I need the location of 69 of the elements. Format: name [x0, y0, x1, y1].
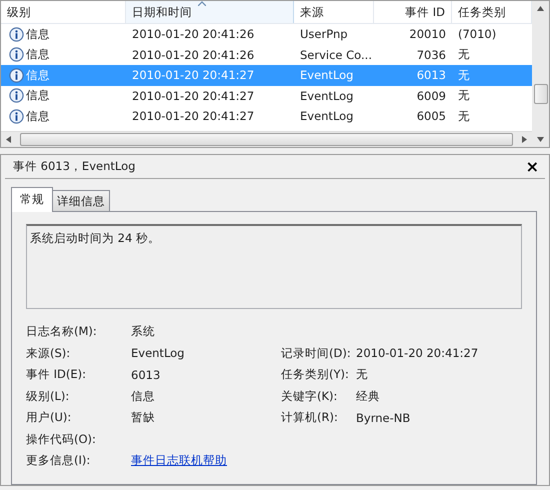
scroll-down-icon[interactable] — [537, 137, 544, 142]
task-category-cell-text: 无 — [457, 108, 471, 124]
event-id-cell-text: 6013 — [416, 68, 447, 82]
column-header[interactable]: 日期和时间 — [126, 1, 294, 23]
event-message: 系统启动时间为 24 秒。 — [30, 231, 160, 245]
level-cell: 信息 — [26, 26, 50, 42]
level-cell: 信息 — [26, 88, 50, 104]
field-value: 2010-01-20 20:41:27 — [356, 346, 480, 360]
tab[interactable]: 常规 — [11, 187, 53, 212]
field-label: 用户(U): — [26, 410, 72, 426]
info-icon — [9, 68, 24, 83]
event-id-cell-text: 20010 — [408, 27, 447, 42]
field-label: 计算机(R): — [281, 410, 339, 426]
field-value: 系统 — [131, 324, 156, 340]
source-cell-text: EventLog — [299, 88, 354, 103]
field-label: 事件 ID(E): — [26, 367, 88, 382]
info-icon — [9, 108, 24, 124]
field-label: 来源(S): — [26, 346, 72, 361]
source-cell-text: EventLog — [299, 109, 354, 124]
date-cell-text: 2010-01-20 20:41:26 — [131, 27, 256, 42]
scroll-up-icon[interactable] — [537, 6, 544, 11]
scroll-left-icon[interactable] — [6, 136, 11, 143]
event-row[interactable]: 信息 2010-01-20 20:41:26 Service Co... 7036 无 — [1, 44, 532, 65]
event-row[interactable]: 信息 2010-01-20 20:41:27 EventLog 6005 无 — [1, 106, 532, 126]
source-cell-text: EventLog — [299, 68, 354, 82]
source-cell-text: Service Co... — [299, 48, 373, 62]
field-label: 任务类别(Y): — [281, 367, 350, 382]
info-icon — [9, 88, 24, 104]
field-label: 级别(L): — [26, 388, 70, 404]
scroll-right-icon[interactable] — [522, 136, 527, 143]
info-icon — [9, 47, 24, 62]
help-link[interactable]: 事件日志联机帮助 — [131, 453, 227, 468]
vertical-scrollbar[interactable] — [532, 1, 549, 147]
field-label: 更多信息(I): — [26, 453, 92, 468]
event-id-cell-text: 7036 — [416, 48, 447, 62]
scroll-thumb[interactable] — [534, 84, 548, 104]
date-cell-text: 2010-01-20 20:41:27 — [131, 88, 256, 103]
level-cell: 信息 — [26, 108, 50, 124]
date-cell-text: 2010-01-20 20:41:27 — [131, 68, 256, 82]
event-id-cell-text: 6005 — [416, 109, 447, 124]
horizontal-scrollbar[interactable] — [1, 131, 532, 147]
event-row[interactable]: 信息 2010-01-20 20:41:26 UserPnp 20010 (7010) — [1, 24, 532, 44]
task-category-cell-text: 无 — [457, 68, 471, 83]
field-value: EventLog — [131, 346, 186, 360]
tab[interactable]: 详细信息 — [52, 190, 110, 212]
field-value: 暂缺 — [131, 410, 156, 426]
scroll-thumb[interactable] — [20, 133, 513, 146]
field-label: 关键字(K): — [281, 388, 338, 404]
field-value: Byrne-NB — [356, 410, 412, 425]
field-value: 信息 — [131, 388, 156, 404]
field-label: 日志名称(M): — [26, 324, 98, 340]
info-icon — [9, 26, 24, 42]
field-value: 无 — [356, 367, 369, 382]
level-cell: 信息 — [26, 47, 50, 62]
field-label: 操作代码(O): — [26, 432, 97, 447]
level-cell: 信息 — [26, 68, 50, 83]
date-cell-text: 2010-01-20 20:41:26 — [131, 48, 256, 62]
field-value: 经典 — [356, 388, 381, 404]
close-button[interactable]: × — [526, 157, 539, 176]
field-value: 6013 — [131, 368, 162, 382]
source-cell-text: UserPnp — [299, 27, 349, 42]
event-title: 事件 6013，EventLog — [13, 159, 136, 174]
task-category-cell-text: (7010) — [457, 27, 498, 42]
field-label: 记录时间(D): — [281, 346, 352, 361]
event-row[interactable]: 信息 2010-01-20 20:41:27 EventLog 6009 无 — [1, 86, 532, 106]
event-id-cell-text: 6009 — [416, 88, 447, 103]
task-category-cell-text: 无 — [457, 88, 471, 104]
date-cell-text: 2010-01-20 20:41:27 — [131, 109, 256, 124]
task-category-cell-text: 无 — [457, 47, 471, 62]
